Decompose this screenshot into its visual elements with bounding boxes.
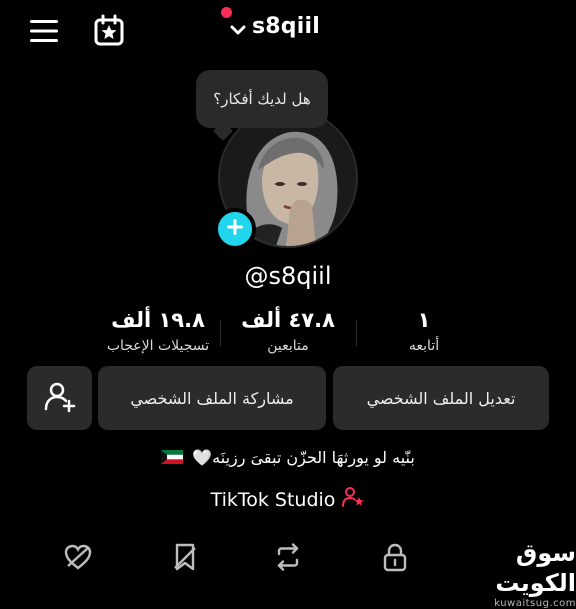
stat-following[interactable]: ١ أتابعه [344,308,504,354]
following-count: ١ [417,308,431,332]
creator-star-icon [341,486,365,513]
profile-handle: @s8qiil [244,262,332,290]
hamburger-menu-icon[interactable] [28,17,60,49]
lock-icon[interactable] [378,540,412,574]
bio-content: بنّيه لو يورثهَا الحزّن تبقىَ رزينَه🤍 [192,448,415,467]
repost-icon[interactable] [271,540,305,574]
studio-label: TikTok Studio [210,488,336,511]
add-story-button[interactable] [214,208,256,250]
account-switcher[interactable]: s8qiil [230,14,320,39]
thought-bubble[interactable]: هل لديك أفكار؟ [196,70,328,128]
share-profile-button[interactable]: مشاركة الملف الشخصي [98,366,326,430]
add-friends-button[interactable] [27,366,92,430]
liked-heart-icon[interactable] [61,540,95,574]
kuwait-flag-icon [161,449,184,468]
favorites-icon[interactable] [168,540,202,574]
tiktok-studio-link[interactable]: TikTok Studio [0,486,576,513]
calendar-star-icon[interactable] [92,14,126,52]
add-user-icon [43,379,77,417]
chevron-down-icon [230,19,246,35]
watermark-arabic: سوق الكويت [495,539,576,597]
top-username: s8qiil [252,14,320,39]
bio-text: بنّيه لو يورثهَا الحزّن تبقىَ رزينَه🤍 [0,448,576,468]
edit-profile-button[interactable]: تعديل الملف الشخصي [333,366,549,430]
following-label: أتابعه [408,338,440,354]
site-watermark: سوق الكويت kuwaitsug.com [436,538,576,609]
plus-icon [225,217,245,241]
